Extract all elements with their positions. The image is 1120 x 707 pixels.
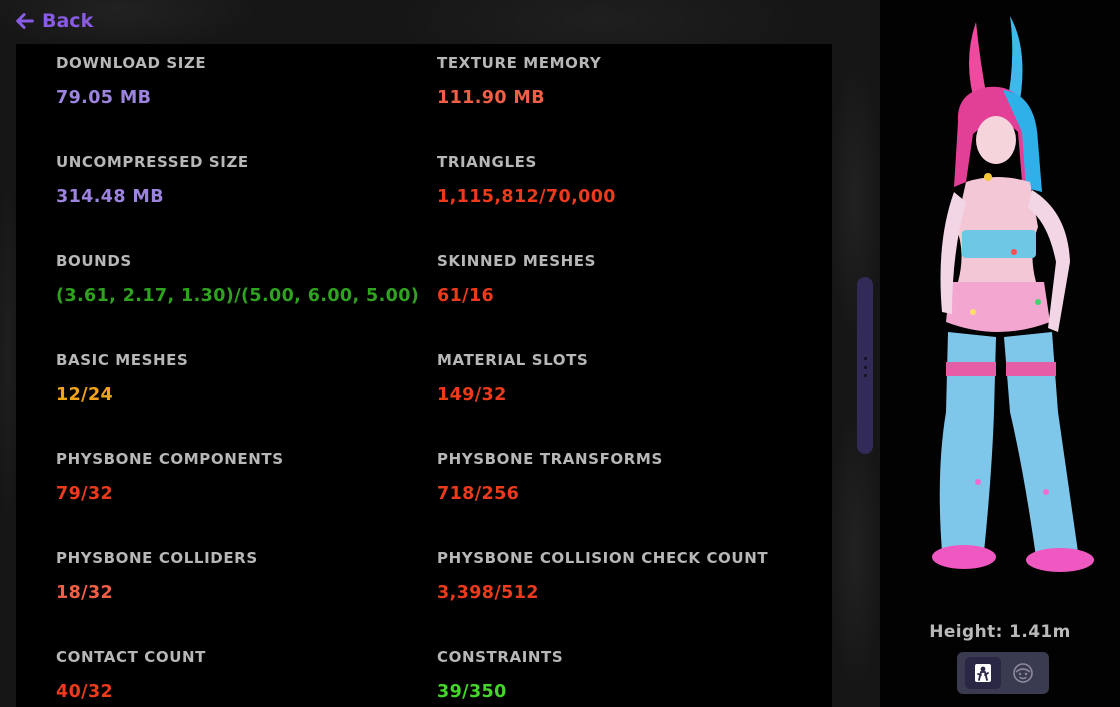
- stat-value: 314.48 MB: [56, 187, 164, 207]
- avatar-height-label: Height: 1.41m: [929, 622, 1071, 642]
- stat-value: 149/32: [437, 385, 507, 405]
- stat-label: TRIANGLES: [437, 153, 537, 171]
- stat-physbone-components: PHYSBONE COMPONENTS 79/32: [56, 450, 284, 504]
- performance-stats-panel: DOWNLOAD SIZE 79.05 MB TEXTURE MEMORY 11…: [16, 44, 832, 707]
- full-body-view-icon: [975, 664, 991, 682]
- stat-label: BASIC MESHES: [56, 351, 189, 369]
- stat-uncompressed-size: UNCOMPRESSED SIZE 314.48 MB: [56, 153, 249, 207]
- stat-value: 718/256: [437, 484, 520, 504]
- stat-triangles: TRIANGLES 1,115,812/70,000: [437, 153, 616, 207]
- stat-label: MATERIAL SLOTS: [437, 351, 589, 369]
- full-body-view-button[interactable]: [965, 657, 1001, 689]
- preview-view-toggle: [957, 652, 1049, 694]
- stat-label: PHYSBONE TRANSFORMS: [437, 450, 663, 468]
- stat-label: PHYSBONE COLLIDERS: [56, 549, 258, 567]
- stat-texture-memory: TEXTURE MEMORY 111.90 MB: [437, 54, 601, 108]
- back-button[interactable]: Back: [14, 8, 93, 34]
- stat-basic-meshes: BASIC MESHES 12/24: [56, 351, 188, 405]
- stat-value: 40/32: [56, 682, 114, 702]
- stat-download-size: DOWNLOAD SIZE 79.05 MB: [56, 54, 206, 108]
- scrollbar-grip-icon: [863, 357, 867, 377]
- stat-label: CONTACT COUNT: [56, 648, 206, 666]
- stat-value: 111.90 MB: [437, 88, 545, 108]
- stat-bounds: BOUNDS (3.61, 2.17, 1.30)/(5.00, 6.00, 5…: [56, 252, 419, 306]
- stat-value: 61/16: [437, 286, 495, 306]
- stat-material-slots: MATERIAL SLOTS 149/32: [437, 351, 588, 405]
- stat-value: 39/350: [437, 682, 507, 702]
- stat-label: TEXTURE MEMORY: [437, 54, 602, 72]
- stat-label: CONSTRAINTS: [437, 648, 564, 666]
- face-view-button[interactable]: [1005, 657, 1041, 689]
- stat-value: 12/24: [56, 385, 114, 405]
- stat-value: 3,398/512: [437, 583, 539, 603]
- stat-label: DOWNLOAD SIZE: [56, 54, 207, 72]
- stat-label: PHYSBONE COLLISION CHECK COUNT: [437, 549, 769, 567]
- stat-skinned-meshes: SKINNED MESHES 61/16: [437, 252, 596, 306]
- stat-value: 79.05 MB: [56, 88, 152, 108]
- stat-value: 1,115,812/70,000: [437, 187, 616, 207]
- stats-scrollbar[interactable]: [857, 277, 873, 454]
- stat-label: UNCOMPRESSED SIZE: [56, 153, 249, 171]
- stat-label: SKINNED MESHES: [437, 252, 597, 270]
- stat-value: 79/32: [56, 484, 114, 504]
- stat-physbone-colliders: PHYSBONE COLLIDERS 18/32: [56, 549, 258, 603]
- stat-physbone-collision-check-count: PHYSBONE COLLISION CHECK COUNT 3,398/512: [437, 549, 768, 603]
- stat-physbone-transforms: PHYSBONE TRANSFORMS 718/256: [437, 450, 663, 504]
- face-view-icon: [1013, 663, 1033, 683]
- stat-constraints: CONSTRAINTS 39/350: [437, 648, 563, 702]
- stat-value: 18/32: [56, 583, 114, 603]
- avatar-preview-image[interactable]: [918, 12, 1108, 587]
- back-label: Back: [42, 10, 94, 32]
- stat-label: BOUNDS: [56, 252, 132, 270]
- stat-label: PHYSBONE COMPONENTS: [56, 450, 284, 468]
- stat-value: (3.61, 2.17, 1.30)/(5.00, 6.00, 5.00): [56, 286, 420, 306]
- stat-contact-count: CONTACT COUNT 40/32: [56, 648, 206, 702]
- arrow-left-icon: [16, 13, 34, 29]
